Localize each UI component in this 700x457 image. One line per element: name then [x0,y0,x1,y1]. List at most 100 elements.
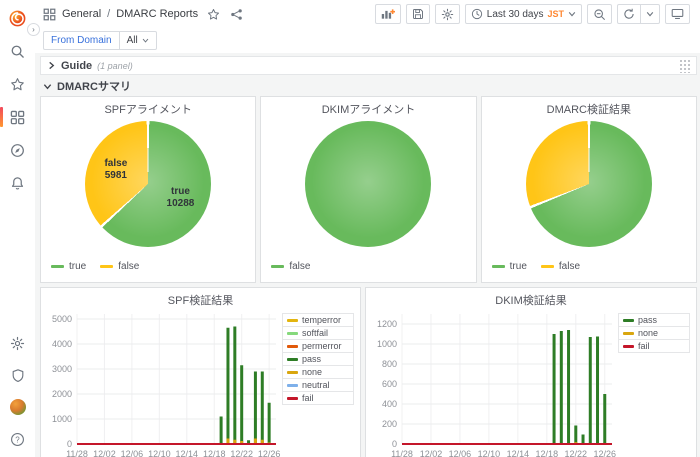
legend-item[interactable]: fail [618,339,690,353]
pie-legend: true false [41,253,255,272]
dashboard-settings-button[interactable] [434,4,460,24]
pie-slice-area[interactable] [85,121,212,247]
apps-grid-icon [43,8,56,21]
legend-item[interactable]: false [100,261,139,272]
cycle-view-mode-button[interactable] [665,4,690,24]
svg-text:12/06: 12/06 [121,449,144,457]
configuration-gear-icon[interactable] [4,331,32,355]
chevron-down-icon [43,83,52,89]
panel-title[interactable]: DKIM検証結果 [366,288,696,307]
panel-title[interactable]: SPFアライメント [41,97,255,116]
row-drag-handle[interactable] [679,58,690,73]
search-icon[interactable] [4,39,32,63]
variable-value: All [126,35,138,46]
row-title: Guide [61,59,93,72]
sidebar-expand-chevron[interactable]: › [27,23,40,36]
help-icon[interactable]: ? [4,427,32,451]
svg-text:1000: 1000 [52,414,72,424]
panel-spf-alignment: SPFアライメント true 10288 false 5981 true false [40,96,257,283]
graph-panels-row: SPF検証結果 0 1000 2000 3000 4000 5000 11/28 12/02 1… [40,287,697,457]
panel-title[interactable]: SPF検証結果 [41,288,360,307]
legend-item[interactable]: false [540,261,580,272]
svg-text:12/10: 12/10 [148,449,171,457]
timezone-label: JST [547,9,564,19]
navbar-actions: Last 30 days JST [374,4,690,24]
legend-item[interactable]: true [51,261,86,272]
pie-chart[interactable]: true 10288 false 5981 [41,115,255,253]
svg-text:?: ? [15,435,20,444]
pie-chart[interactable] [482,115,696,253]
row-dmarc-summary[interactable]: DMARCサマリ [40,77,697,95]
clock-icon [471,8,483,20]
svg-text:0: 0 [392,439,397,449]
legend-item[interactable]: pass [282,352,354,366]
row-panel-count: (1 panel) [97,60,133,71]
time-range-picker[interactable]: Last 30 days JST [464,4,582,24]
pie-slice-label: true 10288 [166,186,195,210]
svg-text:3000: 3000 [52,364,72,374]
sidebar-item-dashboards[interactable] [0,105,32,129]
svg-text:4000: 4000 [52,339,72,349]
refresh-interval-dropdown[interactable] [641,4,660,24]
save-dashboard-button[interactable] [405,4,430,24]
variable-from-domain: From Domain All [43,31,157,50]
breadcrumb-separator: / [107,8,111,20]
legend-item[interactable]: pass [618,313,690,327]
svg-text:12/02: 12/02 [420,449,443,457]
panel-title[interactable]: DKIMアライメント [261,97,475,116]
graph-legend: temperror softfail permerror pass none neutra… [282,306,358,457]
starred-icon[interactable] [4,72,32,96]
main-area: General / DMARC Reports Last 30 days JST… [35,0,700,457]
svg-text:800: 800 [382,359,397,369]
panel-dkim-alignment: DKIMアライメント false [260,96,477,283]
panel-spf-result: SPF検証結果 0 1000 2000 3000 4000 5000 11/28 12/02 1… [40,287,361,457]
time-range-label: Last 30 days [486,8,544,20]
legend-item[interactable]: none [618,326,690,340]
row-guide[interactable]: Guide (1 panel) [40,56,697,75]
explore-compass-icon[interactable] [4,138,32,162]
grafana-app: ? › General / DMARC Reports Last 30 days… [0,0,700,457]
pie-slice-label: false 5981 [104,157,128,181]
legend-item[interactable]: false [271,261,310,272]
panel-dmarc-result: DMARC検証結果 true false [480,96,697,283]
spf-timeseries-chart[interactable]: 0 1000 2000 3000 4000 5000 11/28 12/02 12/06 12/1… [43,306,282,457]
row-title: DMARCサマリ [57,81,131,93]
pie-legend: false [261,253,475,272]
pie-chart[interactable] [261,115,475,253]
svg-text:12/26: 12/26 [593,449,616,457]
favorite-star-icon[interactable] [207,8,220,21]
breadcrumb: General / DMARC Reports [43,8,243,21]
alerting-bell-icon[interactable] [4,171,32,195]
legend-item[interactable]: permerror [282,339,354,353]
variable-value-dropdown[interactable]: All [119,31,157,50]
pie-legend: true false [482,253,696,272]
variable-label[interactable]: From Domain [43,31,120,50]
share-icon[interactable] [230,8,243,21]
dkim-timeseries-chart[interactable]: 0 200 400 600 800 1000 1200 11/28 12/02 12/06 12/1… [368,306,618,457]
legend-item[interactable]: none [282,365,354,379]
pie-slice-area[interactable] [525,121,652,247]
svg-text:12/02: 12/02 [93,449,116,457]
legend-item[interactable]: temperror [282,313,354,327]
legend-item[interactable]: fail [282,391,354,405]
svg-text:1200: 1200 [377,319,397,329]
svg-text:12/18: 12/18 [203,449,226,457]
refresh-button[interactable] [617,4,641,24]
panel-title[interactable]: DMARC検証結果 [482,97,696,116]
svg-text:12/06: 12/06 [449,449,472,457]
pie-panels-row: SPFアライメント true 10288 false 5981 true false D… [40,96,697,283]
user-avatar[interactable] [4,395,32,419]
svg-text:12/26: 12/26 [258,449,281,457]
zoom-out-time-button[interactable] [587,4,612,24]
sidebar: ? [0,0,35,457]
dashboard-title[interactable]: DMARC Reports [116,8,198,20]
chevron-down-icon [568,10,576,18]
legend-item[interactable]: neutral [282,378,354,392]
pie-slice-area[interactable] [305,121,432,247]
breadcrumb-section[interactable]: General [62,8,101,20]
variables-bar: From Domain All [35,28,700,53]
legend-item[interactable]: softfail [282,326,354,340]
add-panel-button[interactable] [374,4,401,24]
legend-item[interactable]: true [491,261,527,272]
server-admin-shield-icon[interactable] [4,363,32,387]
